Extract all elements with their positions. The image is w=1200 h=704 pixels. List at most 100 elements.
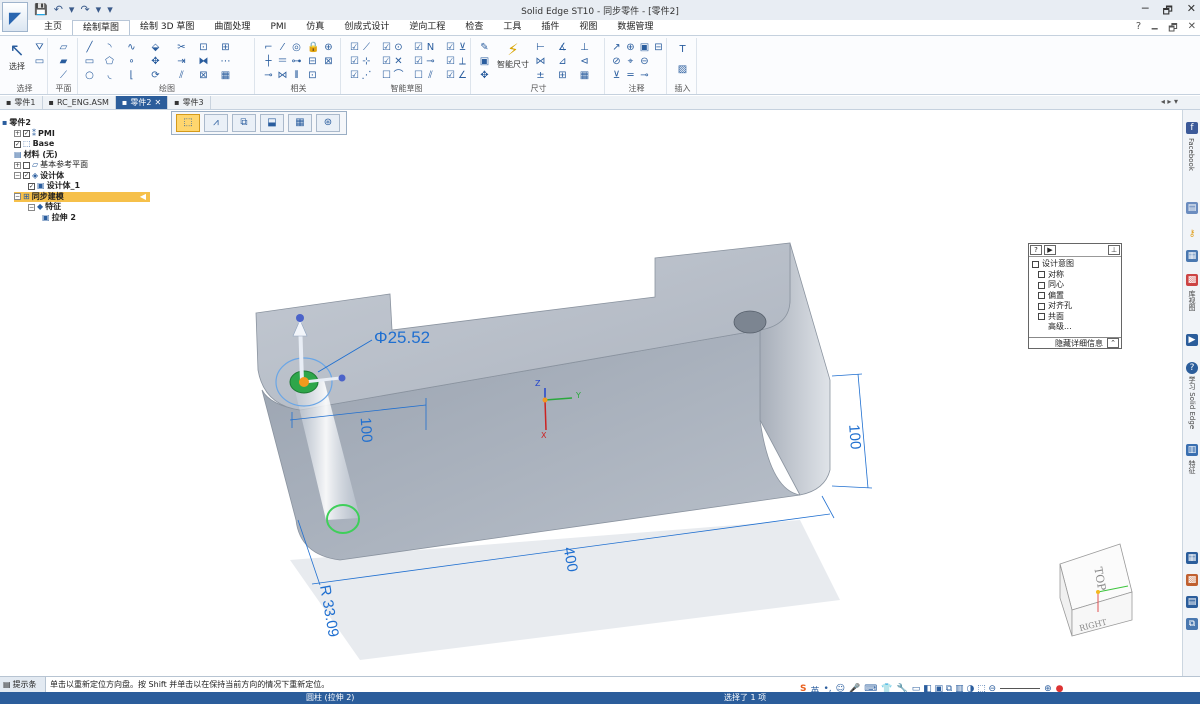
tree-node[interactable]: − ⊞ 同步建模 ◀ [14, 191, 150, 202]
intent-play-button[interactable]: ▶ [1044, 245, 1056, 255]
graphics-window[interactable]: Φ25.52 100 100 400 R 33.09 Z Y X TOP RIG… [0, 110, 1182, 676]
plane-icon[interactable]: ▱ [58, 42, 69, 53]
rotate-icon[interactable]: ⟳ [150, 70, 161, 81]
center-icon[interactable]: ⊙ [393, 42, 404, 53]
minimize-icon[interactable]: ─ [1142, 2, 1149, 21]
intent-option[interactable]: 同心 [1032, 280, 1121, 291]
tree-node[interactable]: ▣ 拉伸 2 [42, 213, 76, 223]
perpendicular-icon[interactable]: ┼ [263, 56, 274, 67]
app-menu-button[interactable]: ◤ [2, 2, 28, 32]
tree-node[interactable]: − ◆ 特征 [28, 202, 61, 212]
line-icon[interactable]: ╱ [84, 42, 95, 53]
intent-advanced-link[interactable]: 高级... [1032, 322, 1121, 333]
ribbon-tab-5[interactable]: 仿真 [296, 20, 334, 35]
command-bar-button-1-icon[interactable]: ⩘ [204, 114, 228, 132]
table-icon[interactable]: ▤ [1186, 596, 1198, 608]
fillet-icon[interactable]: ◟ [104, 70, 115, 81]
select-button[interactable]: ↖ 选择 [6, 40, 28, 72]
concentric-icon[interactable]: ◎ [291, 42, 302, 53]
tangent-icon[interactable]: ⁄ [277, 42, 288, 53]
checkbox-midpoint-icon[interactable]: ☑ [349, 56, 360, 67]
dim-axis-icon[interactable]: ✥ [479, 70, 490, 81]
expand-toggle[interactable]: + [14, 161, 21, 169]
offset-icon[interactable]: ⊡ [198, 42, 209, 53]
steering-wheel-knob-up[interactable] [296, 314, 304, 322]
doc-tab-3[interactable]: ▪ 零件3 [168, 96, 211, 109]
midpoint-icon[interactable]: ⊹ [361, 56, 372, 67]
diameter-dimension[interactable]: Φ25.52 [374, 328, 430, 347]
tree-node[interactable]: ✓ ⬚ Base [14, 139, 54, 149]
tree-node[interactable]: ✓ ▣ 设计体_1 [28, 181, 80, 191]
tangent-snap-icon[interactable]: ⊸ [425, 56, 436, 67]
save-icon[interactable]: 💾 [34, 3, 48, 16]
view-cube[interactable]: TOP RIGHT [1059, 543, 1133, 637]
doc-tab-navigator[interactable]: ◂ ▸ ▾ [1161, 97, 1178, 106]
radius-dim-icon[interactable]: ⊲ [579, 56, 590, 67]
layers-icon[interactable]: ▦ [1186, 250, 1198, 262]
intersect-icon[interactable]: ✕ [393, 56, 404, 67]
smart-dimension-button[interactable]: ⚡ 智能尺寸 [495, 40, 531, 70]
align-icon[interactable]: ⊡ [307, 70, 318, 81]
image-insert-icon[interactable]: ▨ [677, 64, 688, 75]
silhouette-icon[interactable]: N [425, 42, 436, 53]
intent-option[interactable]: 偏置 [1032, 291, 1121, 302]
tree-node[interactable]: ▤ 材料 (无) [14, 150, 58, 160]
intent-option-checkbox[interactable] [1038, 271, 1045, 279]
balloon-icon[interactable]: ⊕ [625, 42, 636, 53]
expand-toggle[interactable]: − [14, 193, 21, 200]
checkbox-quadrant-icon[interactable]: ☑ [445, 42, 456, 53]
datum-icon[interactable]: ⊻ [611, 70, 622, 81]
hide-details-link[interactable]: 隐藏详细信息 [1055, 338, 1103, 349]
angle-dim-icon[interactable]: ∡ [557, 42, 568, 53]
height-dimension[interactable]: 100 [845, 424, 864, 450]
redo-dropdown-icon[interactable]: ▾ [96, 3, 102, 16]
checkbox-arc-icon[interactable]: ☐ [381, 70, 392, 81]
checkbox-perp-icon[interactable]: ☑ [445, 56, 456, 67]
horizontal-icon[interactable]: ⊶ [291, 56, 302, 67]
plane-offset-icon[interactable]: ▰ [58, 56, 69, 67]
dim-format-icon[interactable]: ⊞ [557, 70, 568, 81]
steering-wheel-knob-right[interactable] [338, 374, 346, 382]
parallel-snap-icon[interactable]: ⫽ [425, 70, 436, 81]
expand-toggle[interactable]: − [28, 203, 35, 211]
leader-icon[interactable]: ↗ [611, 42, 622, 53]
ribbon-tab-11[interactable]: 视图 [569, 20, 607, 35]
variable-table-icon[interactable]: ▦ [579, 70, 590, 81]
arc-icon[interactable]: ◝ [104, 42, 115, 53]
intent-option[interactable]: 对称 [1032, 270, 1121, 281]
palette-icon[interactable]: ▩ [1186, 574, 1198, 586]
lock-icon[interactable]: 🔒 [307, 42, 319, 53]
ribbon-tab-3[interactable]: 曲面处理 [204, 20, 260, 35]
intent-option[interactable]: 共面 [1032, 312, 1121, 323]
polygon-icon[interactable]: ⬠ [104, 56, 115, 67]
ribbon-tab-7[interactable]: 逆向工程 [399, 20, 455, 35]
circle-icon[interactable]: ○ [84, 70, 95, 81]
customize-qat-icon[interactable]: ▾ [107, 3, 113, 16]
hatch-icon[interactable]: ▦ [220, 70, 231, 81]
coordinate-dim-icon[interactable]: ⊥ [579, 42, 590, 53]
network-icon[interactable]: ⧉ [1186, 618, 1198, 630]
weld-icon[interactable]: ⊖ [639, 56, 650, 67]
command-bar-button-3-icon[interactable]: ⬓ [260, 114, 284, 132]
zoom-slider[interactable] [1000, 684, 1041, 689]
ribbon-tab-10[interactable]: 插件 [531, 20, 569, 35]
trim-icon[interactable]: ✂ [176, 42, 187, 53]
arc-snap-icon[interactable]: ⌒ [393, 70, 404, 81]
move-icon[interactable]: ✥ [150, 56, 161, 67]
window-icon[interactable]: ▤ [1186, 202, 1198, 214]
visibility-checkbox[interactable]: ✓ [23, 172, 30, 179]
dim-style-icon[interactable]: ✎ [479, 42, 490, 53]
intent-help-button[interactable]: ? [1030, 245, 1042, 255]
tree-node[interactable]: + ✓ ⁑ PMI [14, 129, 55, 139]
onelement-icon[interactable]: ⋰ [361, 70, 372, 81]
fill-icon[interactable]: ⬙ [150, 42, 161, 53]
checkbox-tangent-icon[interactable]: ☑ [413, 56, 424, 67]
symmetric-icon[interactable]: ⋈ [277, 70, 288, 81]
ribbon-tab-8[interactable]: 检查 [455, 20, 493, 35]
checkbox-silhouette-icon[interactable]: ☑ [413, 42, 424, 53]
pattern-icon[interactable]: ⋯ [220, 56, 231, 67]
annotation-handle-icon[interactable]: ⊸ [639, 70, 650, 81]
checkbox-center-icon[interactable]: ☑ [381, 42, 392, 53]
redo-icon[interactable]: ↷ [80, 3, 89, 16]
grid-icon[interactable]: ▦ [1186, 552, 1198, 564]
